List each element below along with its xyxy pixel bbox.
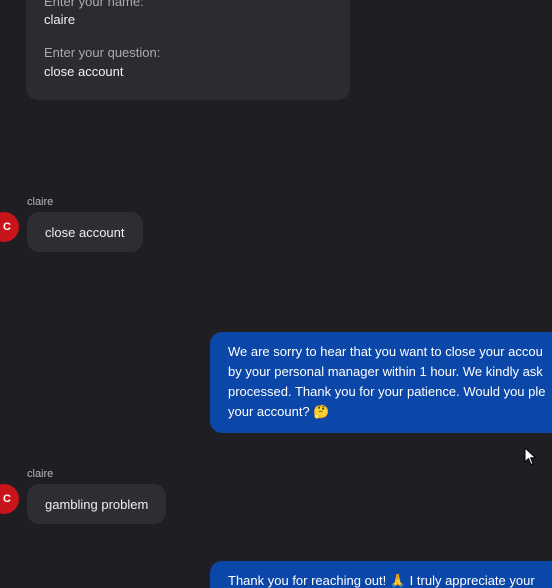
question-label: Enter your question:	[44, 45, 161, 60]
sender-name: claire	[27, 468, 54, 480]
user-message-bubble: gambling problem	[27, 484, 167, 524]
name-label: Enter your name:	[44, 0, 144, 9]
user-avatar: C	[0, 212, 19, 242]
agent-message-line: We are sorry to hear that you want to cl…	[228, 344, 543, 359]
user-avatar: C	[0, 484, 19, 514]
agent-message-line: Thank you for reaching out! 🙏 I truly ap…	[228, 573, 535, 588]
agent-message-line: by your personal manager within 1 hour. …	[228, 364, 543, 379]
agent-message-line: processed. Thank you for your patience. …	[228, 384, 546, 399]
intake-form-card: Enter your name: claire Enter your quest…	[26, 0, 350, 100]
agent-message-bubble: Thank you for reaching out! 🙏 I truly ap…	[210, 561, 552, 588]
agent-message-bubble: We are sorry to hear that you want to cl…	[210, 332, 552, 433]
user-message-bubble: close account	[27, 212, 143, 252]
sender-name: claire	[27, 196, 54, 208]
chat-viewport: Enter your name: claire Enter your quest…	[0, 0, 552, 588]
question-value: close account	[44, 64, 124, 79]
mouse-pointer-icon	[524, 447, 536, 465]
agent-message-line: your account? 🤔	[228, 404, 330, 419]
name-value: claire	[44, 12, 76, 27]
